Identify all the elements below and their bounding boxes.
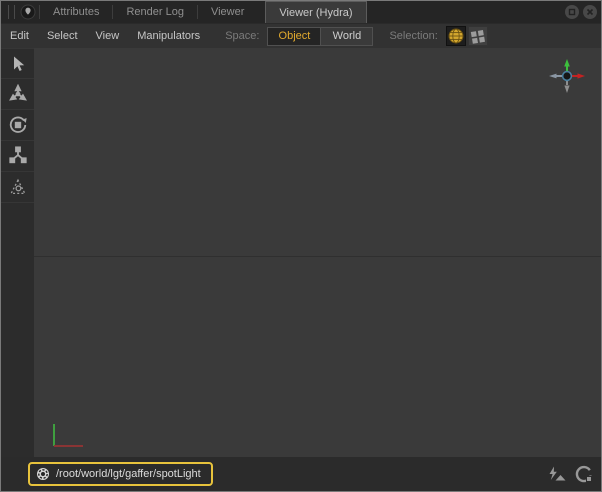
space-world-button[interactable]: World [320, 28, 372, 45]
maximize-icon [568, 8, 576, 16]
tab-attributes[interactable]: Attributes [40, 1, 112, 23]
tab-label: Viewer [211, 6, 244, 18]
space-label: Space: [225, 30, 259, 42]
pane-grip-handle[interactable] [8, 5, 15, 19]
manipulator-toolbar [1, 48, 34, 457]
selected-location-path: /root/world/lgt/gaffer/spotLight [56, 468, 201, 480]
space-object-button[interactable]: Object [268, 28, 320, 45]
translate-tool-button[interactable] [1, 79, 34, 110]
tab-bar-spacer [367, 1, 565, 23]
tab-label: Attributes [53, 6, 99, 18]
horizon-line [34, 256, 601, 257]
pane-menu-icon[interactable] [17, 1, 39, 23]
origin-axes-icon [47, 422, 89, 452]
close-pane-button[interactable] [583, 5, 597, 19]
selection-mode-object-button[interactable] [446, 26, 466, 46]
close-icon [586, 8, 594, 16]
axis-gizmo-icon[interactable] [546, 57, 590, 97]
tab-label: Render Log [126, 6, 184, 18]
scale-tool-button[interactable] [1, 141, 34, 172]
faces-icon [470, 29, 485, 44]
tab-render-log[interactable]: Render Log [113, 1, 197, 23]
tab-viewer-hydra[interactable]: Viewer (Hydra) [265, 1, 366, 23]
tab-viewer[interactable]: Viewer [198, 1, 257, 23]
status-bar-icons [547, 457, 593, 491]
selection-label: Selection: [389, 30, 437, 42]
viewer-main-area [1, 48, 601, 457]
tab-bar: Attributes Render Log Viewer Viewer (Hyd… [1, 1, 601, 23]
lightning-render-icon [547, 466, 567, 483]
globe-icon [448, 28, 464, 44]
pivot-tool-button[interactable] [1, 172, 34, 203]
viewer-hydra-pane: Attributes Render Log Viewer Viewer (Hyd… [0, 0, 602, 492]
select-tool-button[interactable] [1, 48, 34, 79]
pivot-icon [8, 177, 28, 197]
viewer-menu-bar: Edit Select View Manipulators Space: Obj… [1, 23, 601, 48]
menu-view[interactable]: View [87, 30, 129, 42]
menu-edit[interactable]: Edit [1, 30, 38, 42]
viewport-3d[interactable] [34, 48, 601, 457]
menu-select[interactable]: Select [38, 30, 87, 42]
refresh-circle-icon [575, 465, 593, 483]
translate-icon [8, 84, 28, 104]
maximize-pane-button[interactable] [565, 5, 579, 19]
viewport-update-button[interactable] [575, 465, 593, 483]
rotate-tool-button[interactable] [1, 110, 34, 141]
tab-label: Viewer (Hydra) [279, 7, 352, 19]
menu-manipulators[interactable]: Manipulators [128, 30, 209, 42]
selection-mode-faces-button[interactable] [468, 26, 488, 46]
space-toggle-group: Object World [267, 27, 373, 46]
cursor-arrow-icon [8, 54, 27, 73]
pane-menu-glyph [20, 4, 36, 20]
rotate-icon [8, 115, 28, 135]
scale-icon [8, 146, 28, 166]
flush-caches-button[interactable] [547, 466, 567, 483]
selected-location-path-box[interactable]: /root/world/lgt/gaffer/spotLight [28, 462, 213, 486]
gear-icon [36, 467, 50, 481]
status-bar: /root/world/lgt/gaffer/spotLight [1, 457, 601, 491]
